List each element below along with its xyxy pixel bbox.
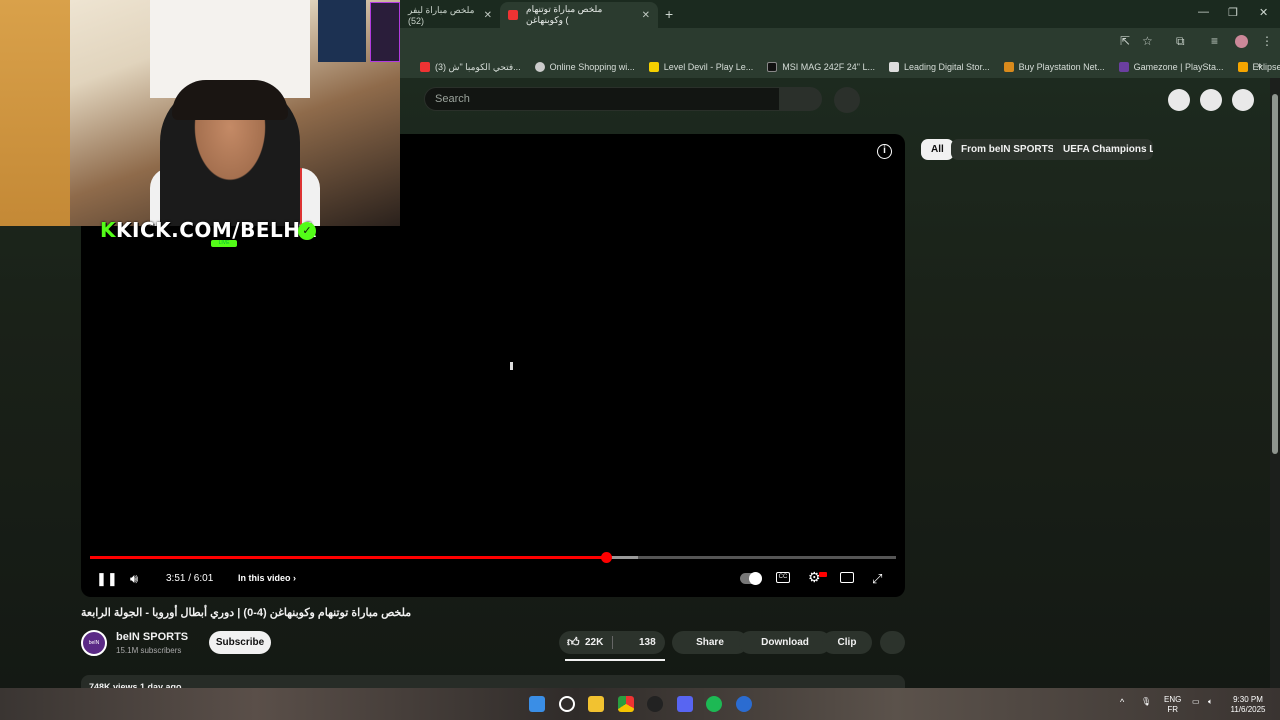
more-actions-button[interactable] xyxy=(880,631,905,654)
bookmark-item[interactable]: Level Devil - Play Le... xyxy=(648,62,753,72)
chip-from-bein[interactable]: From beIN SPORTS xyxy=(951,139,1065,160)
microphone-icon[interactable]: 🎙︎ xyxy=(1141,697,1151,707)
bookmark-item[interactable]: (3) فتحي الكومبا "ش... xyxy=(420,62,521,73)
notifications-button[interactable] xyxy=(1200,89,1222,111)
volume-tray-icon[interactable]: 🔈︎ xyxy=(1208,697,1213,707)
bookmark-star-icon[interactable]: ☆ xyxy=(1142,34,1153,48)
subscriber-count: 15.1M subscribers xyxy=(116,646,182,655)
description-box[interactable]: 748K views 1 day ago xyxy=(81,675,905,689)
progress-bar[interactable] xyxy=(90,552,896,563)
bookmark-item[interactable]: Online Shopping wi... xyxy=(534,62,635,72)
channel-avatar[interactable]: beIN xyxy=(81,630,107,656)
network-icon[interactable]: ▭ xyxy=(1192,697,1200,707)
captions-icon[interactable]: CC xyxy=(776,572,790,583)
spotify-icon[interactable] xyxy=(706,696,722,712)
tab-tottenham[interactable]: ملخص مباراة توتنهام وكوبنهاغن ( ✕ xyxy=(500,2,658,28)
video-title: ملخص مباراة توتنهام وكوبنهاغن (4-0) | دو… xyxy=(81,607,412,619)
poster xyxy=(318,0,366,62)
close-window-button[interactable]: ✕ xyxy=(1259,6,1268,19)
menu-kebab-icon[interactable]: ⋮ xyxy=(1261,34,1273,48)
bookmark-item[interactable]: Buy Playstation Net... xyxy=(1003,62,1105,72)
language-indicator[interactable]: ENG FR xyxy=(1164,695,1181,715)
time-display: 3:51 / 6:01 xyxy=(166,573,214,584)
playstation-icon xyxy=(1003,62,1014,72)
youtube-icon xyxy=(420,62,430,72)
gamezone-icon xyxy=(1118,62,1129,72)
search-input[interactable]: Search xyxy=(424,87,780,111)
windows-taskbar xyxy=(0,688,1280,720)
dislike-count[interactable]: 138 xyxy=(639,637,656,648)
maximize-button[interactable]: ❐ xyxy=(1228,6,1238,19)
file-explorer-icon[interactable] xyxy=(588,696,604,712)
chrome-icon[interactable] xyxy=(618,696,634,712)
profile-avatar[interactable] xyxy=(1235,35,1248,48)
like-ratio-bar xyxy=(565,659,665,661)
tab-liverpool[interactable]: ملخص مباراة ليفر (52) ✕ xyxy=(400,2,500,28)
search-button[interactable] xyxy=(780,87,822,111)
level-devil-icon xyxy=(648,62,659,72)
clock[interactable]: 9:30 PM 11/6/2025 xyxy=(1228,695,1268,715)
pause-button[interactable]: ❚❚ xyxy=(96,571,118,587)
theater-mode-icon[interactable] xyxy=(840,572,854,583)
chip-all[interactable]: All xyxy=(921,139,954,160)
new-tab-button[interactable]: + xyxy=(665,6,673,22)
info-icon[interactable]: i xyxy=(877,144,892,159)
bookmarks-overflow-button[interactable]: » xyxy=(1256,60,1262,71)
minimize-button[interactable]: — xyxy=(1198,6,1209,18)
verified-badge-icon: ✓ xyxy=(298,222,316,240)
subscribe-button[interactable]: Subscribe xyxy=(209,631,271,654)
like-divider xyxy=(612,636,613,649)
media-control-icon[interactable]: ≡ xyxy=(1211,34,1218,48)
obs-icon[interactable] xyxy=(647,696,663,712)
account-avatar[interactable] xyxy=(1232,89,1254,111)
played-bar xyxy=(90,556,606,559)
live-badge: LIVE xyxy=(211,240,237,247)
clip-button[interactable]: Clip xyxy=(822,631,872,654)
scrubber-handle[interactable] xyxy=(600,552,612,563)
volume-icon[interactable]: 🔊︎ xyxy=(130,571,138,587)
chip-uefa[interactable]: UEFA Champions Lea xyxy=(1053,139,1153,160)
eklipse-icon xyxy=(1237,62,1248,72)
create-button[interactable] xyxy=(1168,89,1190,111)
kick-channel-overlay: KKICK.COM/BELHA xyxy=(100,218,317,242)
install-app-icon[interactable]: ⇱ xyxy=(1120,34,1130,48)
thumbs-up-icon[interactable]: 👍︎ xyxy=(567,635,580,650)
neon-sign xyxy=(370,2,400,62)
discord-icon[interactable] xyxy=(677,696,693,712)
orange-wall xyxy=(0,0,70,226)
channel-name[interactable]: beIN SPORTS xyxy=(116,631,188,643)
download-button[interactable]: Download xyxy=(739,631,831,654)
bookmark-item[interactable]: Leading Digital Stor... xyxy=(889,62,990,72)
bookmarks-bar: (3) فتحي الكومبا "ش... Online Shopping w… xyxy=(400,56,1280,78)
extensions-icon[interactable]: ⧉ xyxy=(1176,34,1185,49)
hd-badge xyxy=(819,572,827,577)
close-icon[interactable]: ✕ xyxy=(642,10,650,21)
globe-icon xyxy=(534,62,545,72)
share-button[interactable]: Share xyxy=(672,631,748,654)
in-this-video-button[interactable]: In this video › xyxy=(238,573,296,583)
autoplay-toggle[interactable] xyxy=(740,572,762,585)
bookmark-item[interactable]: Gamezone | PlaySta... xyxy=(1118,62,1224,72)
page-scrollbar[interactable] xyxy=(1270,78,1280,688)
close-icon[interactable]: ✕ xyxy=(484,10,492,21)
store-icon xyxy=(889,62,900,72)
bookmark-item[interactable]: MSI MAG 242F 24" L... xyxy=(767,62,875,72)
webcam-overlay xyxy=(0,0,400,226)
voice-search-button[interactable] xyxy=(834,87,860,113)
like-count[interactable]: 22K xyxy=(585,637,603,648)
tab-title: ملخص مباراة توتنهام وكوبنهاغن ( xyxy=(526,4,603,25)
cursor-marker xyxy=(510,362,513,370)
streamer-hair xyxy=(172,80,288,120)
youtube-favicon-icon xyxy=(508,10,518,20)
app-icon[interactable] xyxy=(736,696,752,712)
msi-icon xyxy=(767,62,778,72)
fullscreen-icon[interactable]: ⤢ xyxy=(872,571,882,587)
tab-title: ملخص مباراة ليفر (52) xyxy=(408,4,475,26)
search-icon[interactable] xyxy=(559,696,575,712)
windows-start-icon[interactable] xyxy=(529,696,545,712)
tray-overflow-icon[interactable]: ^ xyxy=(1120,697,1124,707)
scrollbar-thumb[interactable] xyxy=(1272,94,1278,454)
